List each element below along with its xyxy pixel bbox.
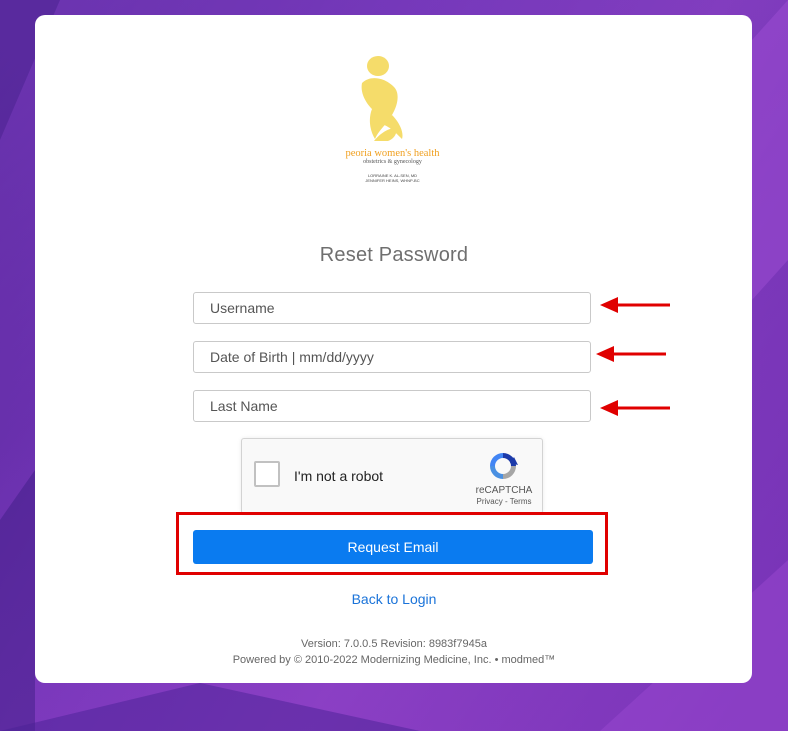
clinic-subtitle: obstetrics & gynecology — [363, 159, 422, 165]
request-email-button[interactable]: Request Email — [193, 530, 593, 564]
recaptcha-checkbox[interactable] — [254, 461, 280, 487]
version-info: Version: 7.0.0.5 Revision: 8983f7945a — [301, 638, 487, 650]
clinic-logo-icon — [361, 56, 403, 141]
recaptcha-link-separator: - — [502, 497, 510, 506]
recaptcha-label: I'm not a robot — [294, 468, 384, 484]
left-arrow-icon — [596, 346, 666, 362]
recaptcha-terms-link[interactable]: Terms — [510, 497, 532, 506]
recaptcha-privacy-link[interactable]: Privacy — [477, 497, 503, 506]
doctor-name-2: JENNIFER HEINS, WHNP-BC — [365, 178, 420, 183]
recaptcha-brand: reCAPTCHA — [475, 485, 533, 496]
powered-by-text: Powered by © 2010-2022 Modernizing Medic… — [232, 654, 556, 666]
last-name-field[interactable] — [193, 390, 591, 422]
recaptcha-widget: I'm not a robot reCAPTCHA Privacy - Term… — [241, 438, 543, 514]
clinic-name: peoria women's health — [345, 148, 440, 159]
recaptcha-links: Privacy - Terms — [464, 497, 544, 506]
date-of-birth-field[interactable] — [193, 341, 591, 373]
recaptcha-icon — [490, 453, 518, 479]
username-field[interactable] — [193, 292, 591, 324]
back-to-login-link[interactable]: Back to Login — [0, 591, 788, 607]
left-arrow-icon — [600, 400, 670, 416]
left-arrow-icon — [600, 297, 670, 313]
clinic-doctors: LORRAINE K. AL-SEN, MD JENNIFER HEINS, W… — [345, 173, 440, 183]
page-title: Reset Password — [319, 244, 469, 266]
